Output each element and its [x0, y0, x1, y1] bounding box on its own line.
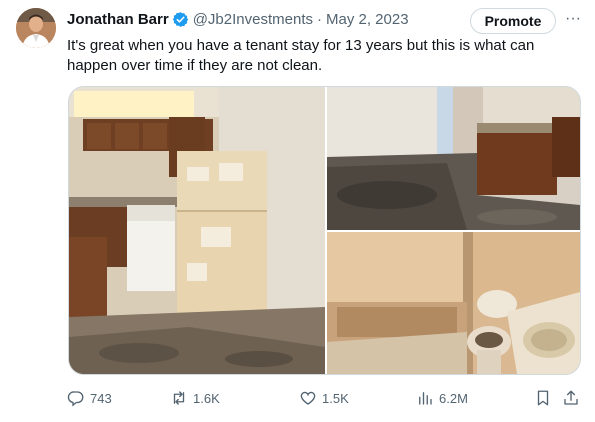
- more-options-icon[interactable]: ···: [562, 10, 584, 30]
- tweet-header: Jonathan Barr @Jb2Investments · May 2, 2…: [67, 8, 409, 30]
- heart-icon: [300, 391, 316, 405]
- avatar-image: [16, 8, 56, 48]
- bathroom-photo[interactable]: [327, 232, 580, 374]
- share-button[interactable]: [562, 386, 585, 410]
- living-room-image: [327, 87, 580, 230]
- repost-button[interactable]: 1.6K: [170, 386, 220, 410]
- tweet: Jonathan Barr @Jb2Investments · May 2, 2…: [0, 0, 595, 422]
- tweet-actions: 743 1.6K 1.5K 6.2M: [67, 386, 587, 410]
- living-room-photo[interactable]: [327, 87, 580, 230]
- share-icon: [564, 390, 578, 405]
- repost-icon: [173, 391, 185, 405]
- author-handle[interactable]: @Jb2Investments: [193, 11, 313, 28]
- like-button[interactable]: 1.5K: [299, 386, 349, 410]
- promote-button[interactable]: Promote: [470, 8, 556, 34]
- tweet-date[interactable]: May 2, 2023: [326, 11, 409, 28]
- tweet-media-grid: [68, 86, 581, 375]
- author-name[interactable]: Jonathan Barr: [67, 11, 169, 28]
- bathroom-image: [327, 232, 580, 374]
- kitchen-image: [69, 87, 325, 374]
- reply-count: 743: [90, 390, 112, 406]
- reply-button[interactable]: 743: [67, 386, 112, 410]
- views-count: 6.2M: [439, 390, 468, 406]
- bookmark-button[interactable]: [534, 386, 557, 410]
- verified-badge-icon: [172, 11, 188, 27]
- header-separator: ·: [316, 10, 322, 28]
- reply-icon: [67, 391, 84, 407]
- kitchen-photo[interactable]: [69, 87, 325, 374]
- like-count: 1.5K: [322, 390, 349, 406]
- bookmark-icon: [537, 390, 549, 406]
- views-button[interactable]: 6.2M: [416, 386, 468, 410]
- avatar[interactable]: [16, 8, 56, 48]
- views-icon: [419, 392, 432, 405]
- repost-count: 1.6K: [193, 390, 220, 406]
- tweet-text: It's great when you have a tenant stay f…: [67, 37, 535, 74]
